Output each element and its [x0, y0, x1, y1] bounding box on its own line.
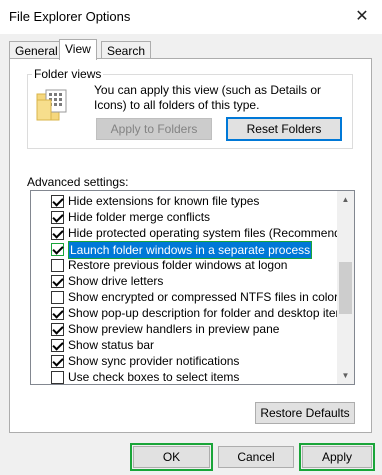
list-item[interactable]: Show status bar: [31, 337, 338, 353]
advanced-settings-label: Advanced settings:: [27, 175, 129, 189]
tab-search[interactable]: Search: [101, 41, 152, 59]
checkbox[interactable]: [51, 227, 64, 240]
close-icon: ✕: [355, 8, 369, 25]
list-item[interactable]: Show preview handlers in preview pane: [31, 321, 338, 337]
checkbox[interactable]: [51, 291, 64, 304]
scroll-up-icon[interactable]: ▲: [337, 191, 354, 208]
tab-view[interactable]: View: [59, 39, 97, 60]
apply-to-folders-button[interactable]: Apply to Folders: [96, 118, 212, 140]
apply-button[interactable]: Apply: [299, 443, 375, 471]
list-item[interactable]: Show drive letters: [31, 273, 338, 289]
checkbox[interactable]: [51, 259, 64, 272]
ok-button[interactable]: OK: [130, 443, 213, 471]
window-title: File Explorer Options: [9, 9, 131, 24]
checkbox[interactable]: [51, 275, 64, 288]
cancel-button[interactable]: Cancel: [218, 446, 294, 468]
tab-strip: General View Search: [9, 39, 379, 60]
title-bar: File Explorer Options ✕: [0, 0, 382, 34]
list-item-selected[interactable]: Launch folder windows in a separate proc…: [31, 241, 338, 259]
checkbox[interactable]: [51, 355, 64, 368]
scroll-thumb[interactable]: [339, 262, 352, 314]
advanced-settings-list[interactable]: Hide extensions for known file types Hid…: [30, 190, 355, 385]
scroll-down-icon[interactable]: ▼: [337, 367, 354, 384]
checkbox[interactable]: [51, 371, 64, 384]
checkbox[interactable]: [51, 307, 64, 320]
close-button[interactable]: ✕: [348, 3, 376, 29]
vertical-scrollbar[interactable]: ▲ ▼: [337, 191, 354, 384]
checkbox[interactable]: [51, 243, 64, 256]
checkbox[interactable]: [51, 323, 64, 336]
folder-view-icon: [36, 89, 67, 121]
list-item[interactable]: Show sync provider notifications: [31, 353, 338, 369]
list-item[interactable]: Use check boxes to select items: [31, 369, 338, 384]
list-item[interactable]: Hide extensions for known file types: [31, 193, 338, 209]
reset-folders-button[interactable]: Reset Folders: [226, 117, 342, 141]
list-item[interactable]: Show encrypted or compressed NTFS files …: [31, 289, 338, 305]
list-item[interactable]: Hide protected operating system files (R…: [31, 225, 354, 241]
restore-defaults-button[interactable]: Restore Defaults: [255, 402, 355, 424]
list-item[interactable]: Show pop-up description for folder and d…: [31, 305, 352, 321]
list-item[interactable]: Restore previous folder windows at logon: [31, 257, 338, 273]
list-item[interactable]: Hide folder merge conflicts: [31, 209, 338, 225]
checkbox[interactable]: [51, 211, 64, 224]
tab-general[interactable]: General: [9, 41, 64, 59]
checkbox[interactable]: [51, 339, 64, 352]
folder-views-description: You can apply this view (such as Details…: [94, 83, 322, 112]
folder-views-label: Folder views: [32, 67, 104, 81]
checkbox[interactable]: [51, 195, 64, 208]
